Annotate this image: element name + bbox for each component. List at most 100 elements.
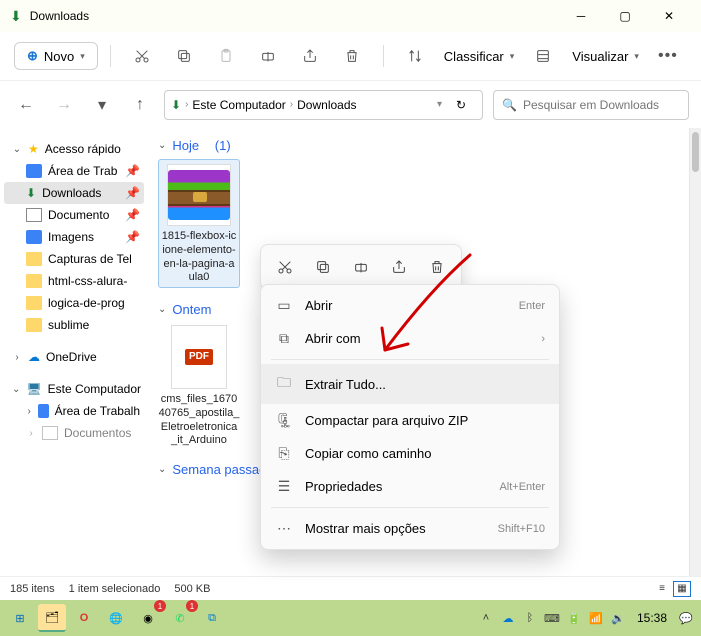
delete-button[interactable] xyxy=(333,39,371,73)
cut-button[interactable] xyxy=(123,39,161,73)
sidebar-thispc-desktop[interactable]: ›Área de Trabalh xyxy=(4,400,144,422)
new-button[interactable]: ⊕ Novo ▾ xyxy=(14,42,98,70)
tray-chevron-up-icon[interactable]: ˄ xyxy=(477,609,495,627)
sort-button[interactable]: Classificar ▾ xyxy=(438,49,521,64)
sidebar: ⌄ ★ Acesso rápido Área de Trab📌 ⬇Downloa… xyxy=(0,128,144,576)
copy-button[interactable] xyxy=(165,39,203,73)
share-button[interactable] xyxy=(291,39,329,73)
ctx-delete-button[interactable] xyxy=(419,251,455,283)
ctx-cut-button[interactable] xyxy=(267,251,303,283)
tray-wifi-icon[interactable]: 📶 xyxy=(587,609,605,627)
recent-button[interactable]: ▾ xyxy=(88,91,116,119)
chevron-right-icon: › xyxy=(541,333,545,345)
breadcrumb-current[interactable]: Downloads xyxy=(297,98,356,112)
taskbar-explorer[interactable]: 🗂 xyxy=(38,604,66,632)
sidebar-item-sublime[interactable]: sublime xyxy=(4,314,144,336)
chevron-down-icon: ⌄ xyxy=(158,140,166,151)
group-today[interactable]: ⌄ Hoje (1) xyxy=(158,138,697,153)
ctx-open-with[interactable]: ⧉ Abrir com › xyxy=(261,322,559,355)
sidebar-onedrive[interactable]: ›☁OneDrive xyxy=(4,346,144,368)
search-box[interactable]: 🔍 xyxy=(493,90,689,120)
ctx-properties[interactable]: ☰ Propriedades Alt+Enter xyxy=(261,470,559,503)
sidebar-item-screenshots[interactable]: Capturas de Tel xyxy=(4,248,144,270)
file-rar[interactable]: 1815-flexbox-icione-elemento-en-la-pagin… xyxy=(158,159,240,288)
chevron-right-icon: › xyxy=(12,352,22,363)
download-icon: ⬇ xyxy=(10,8,22,25)
ctx-extract-all[interactable]: 🗀 Extrair Tudo... xyxy=(261,364,559,404)
forward-button[interactable]: → xyxy=(50,91,78,119)
tray-onedrive-icon[interactable]: ☁ xyxy=(499,609,517,627)
taskbar-edge[interactable]: 🌐 xyxy=(102,604,130,632)
sidebar-item-desktop[interactable]: Área de Trab📌 xyxy=(4,160,144,182)
rename-button[interactable] xyxy=(249,39,287,73)
scrollbar[interactable] xyxy=(689,128,701,576)
tray-notifications-icon[interactable]: 💬 xyxy=(677,609,695,627)
tray-bluetooth-icon[interactable]: ᛒ xyxy=(521,609,539,627)
download-icon: ⬇ xyxy=(26,186,36,200)
tray-clock[interactable]: 15:38 xyxy=(631,611,673,625)
sidebar-thispc[interactable]: ⌄🖥Este Computador xyxy=(4,378,144,400)
icons-view-button[interactable]: ▦ xyxy=(673,581,691,597)
sidebar-item-logica[interactable]: logica-de-prog xyxy=(4,292,144,314)
status-size: 500 KB xyxy=(174,583,210,595)
sidebar-item-html[interactable]: html-css-alura- xyxy=(4,270,144,292)
maximize-button[interactable]: ▢ xyxy=(603,0,647,32)
details-view-button[interactable]: ≡ xyxy=(653,581,671,597)
ctx-rename-button[interactable] xyxy=(343,251,379,283)
sort-icon[interactable] xyxy=(396,39,434,73)
desktop-icon xyxy=(26,164,42,178)
sidebar-thispc-docs[interactable]: ›Documentos xyxy=(4,422,144,444)
file-pdf[interactable]: PDF cms_files_167040765_apostila_Eletroe… xyxy=(158,323,240,448)
folder-icon xyxy=(26,318,42,332)
view-mode-switch: ≡ ▦ xyxy=(653,581,691,597)
properties-icon: ☰ xyxy=(275,478,293,495)
breadcrumb[interactable]: ⬇ › Este Computador › Downloads ▾ ↻ xyxy=(164,90,483,120)
chevron-down-icon[interactable]: ▾ xyxy=(437,99,442,110)
ctx-copy-button[interactable] xyxy=(305,251,341,283)
folder-icon xyxy=(26,252,42,266)
start-button[interactable]: ⊞ xyxy=(6,604,34,632)
sidebar-quick-access[interactable]: ⌄ ★ Acesso rápido xyxy=(4,138,144,160)
up-button[interactable]: ↑ xyxy=(126,91,154,119)
sidebar-item-images[interactable]: Imagens📌 xyxy=(4,226,144,248)
ctx-share-button[interactable] xyxy=(381,251,417,283)
extract-icon: 🗀 xyxy=(275,372,293,396)
taskbar-vscode[interactable]: ⧉ xyxy=(198,604,226,632)
sidebar-item-documents[interactable]: Documento📌 xyxy=(4,204,144,226)
taskbar: ⊞ 🗂 O 🌐 ◉ ✆ ⧉ ˄ ☁ ᛒ ⌨ 🔋 📶 🔉 15:38 💬 xyxy=(0,600,701,636)
chevron-down-icon: ▾ xyxy=(80,51,85,62)
ctx-more-options[interactable]: ⋯ Mostrar mais opções Shift+F10 xyxy=(261,512,559,545)
tray-battery-icon[interactable]: 🔋 xyxy=(565,609,583,627)
close-button[interactable]: ✕ xyxy=(647,0,691,32)
ctx-copy-path[interactable]: ⎘ Copiar como caminho xyxy=(261,437,559,470)
minimize-button[interactable]: ─ xyxy=(559,0,603,32)
back-button[interactable]: ← xyxy=(12,91,40,119)
chevron-right-icon: › xyxy=(26,406,32,417)
new-label: Novo xyxy=(44,49,74,64)
view-button[interactable]: Visualizar ▾ xyxy=(566,49,645,64)
ctx-compress[interactable]: 🗜 Compactar para arquivo ZIP xyxy=(261,404,559,437)
chevron-down-icon: ⌄ xyxy=(12,384,20,395)
sidebar-item-downloads[interactable]: ⬇Downloads📌 xyxy=(4,182,144,204)
folder-icon xyxy=(26,296,42,310)
desktop-icon xyxy=(38,404,48,418)
rar-icon xyxy=(167,164,231,226)
tray-keyboard-icon[interactable]: ⌨ xyxy=(543,609,561,627)
ctx-open[interactable]: ▭ Abrir Enter xyxy=(261,289,559,322)
paste-button[interactable] xyxy=(207,39,245,73)
taskbar-opera[interactable]: O xyxy=(70,604,98,632)
tray-volume-icon[interactable]: 🔉 xyxy=(609,609,627,627)
more-button[interactable]: ••• xyxy=(649,39,687,73)
copy-path-icon: ⎘ xyxy=(275,445,293,462)
toolbar: ⊕ Novo ▾ Classificar ▾ Visualizar ▾ ••• xyxy=(0,32,701,80)
taskbar-chrome[interactable]: ◉ xyxy=(134,604,162,632)
taskbar-whatsapp[interactable]: ✆ xyxy=(166,604,194,632)
search-input[interactable] xyxy=(523,98,680,112)
breadcrumb-root[interactable]: Este Computador xyxy=(192,98,285,112)
view-icon[interactable] xyxy=(524,39,562,73)
plus-icon: ⊕ xyxy=(27,48,38,64)
window-title: Downloads xyxy=(30,9,559,23)
refresh-button[interactable]: ↻ xyxy=(446,98,476,112)
status-selected: 1 item selecionado xyxy=(69,583,161,595)
cloud-icon: ☁ xyxy=(28,350,40,364)
